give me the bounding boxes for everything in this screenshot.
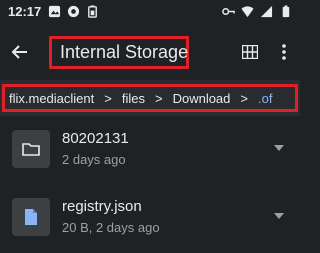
folder-thumbnail [12, 130, 50, 168]
signal-icon [260, 5, 273, 18]
breadcrumb-item-current[interactable]: .of [258, 91, 272, 106]
document-icon [25, 209, 37, 225]
breadcrumb-separator: > [104, 91, 112, 106]
breadcrumb-separator: > [240, 91, 248, 106]
vpn-key-icon [222, 7, 235, 16]
page-title: Internal Storage [60, 42, 189, 62]
file-list: 80202131 2 days ago registry.json 20 B, … [0, 116, 300, 252]
file-meta: 2 days ago [62, 152, 126, 167]
app-toolbar: Internal Storage [0, 24, 300, 80]
battery-icon [282, 5, 290, 18]
notification-icons [48, 5, 99, 18]
file-name: 80202131 [62, 130, 129, 147]
breadcrumb-item[interactable]: flix.mediaclient [9, 91, 94, 106]
breadcrumb-bar: flix.mediaclient > files > Download > .o… [0, 80, 300, 116]
breadcrumb: flix.mediaclient > files > Download > .o… [2, 84, 298, 112]
file-thumbnail [12, 198, 50, 236]
system-status-icons [222, 5, 292, 18]
more-options-button[interactable] [276, 40, 292, 64]
list-item[interactable]: 80202131 2 days ago [0, 116, 300, 184]
wifi-icon [241, 6, 254, 18]
breadcrumb-list: flix.mediaclient > files > Download > .o… [9, 91, 272, 106]
list-item[interactable]: registry.json 20 B, 2 days ago [0, 184, 300, 252]
more-vert-icon [282, 44, 286, 60]
file-name: registry.json [62, 198, 142, 215]
status-bar: 12:17 [0, 0, 300, 24]
chevron-down-icon [274, 145, 284, 151]
breadcrumb-separator: > [154, 91, 163, 106]
grid-view-button[interactable] [238, 40, 262, 64]
chevron-down-icon [274, 213, 284, 219]
grid-view-icon [242, 45, 258, 59]
file-meta: 20 B, 2 days ago [62, 220, 160, 235]
folder-icon [22, 143, 40, 156]
back-button[interactable] [6, 38, 34, 66]
expand-button[interactable] [272, 141, 286, 155]
battery-saver-icon [88, 5, 97, 18]
camera-notification-icon [67, 5, 80, 18]
breadcrumb-item[interactable]: Download [173, 91, 231, 106]
title-highlight: Internal Storage [49, 36, 189, 69]
expand-button[interactable] [272, 209, 286, 223]
breadcrumb-item[interactable]: files [122, 91, 145, 106]
image-notification-icon [48, 5, 61, 18]
arrow-back-icon [11, 45, 27, 59]
status-time: 12:17 [8, 4, 42, 19]
